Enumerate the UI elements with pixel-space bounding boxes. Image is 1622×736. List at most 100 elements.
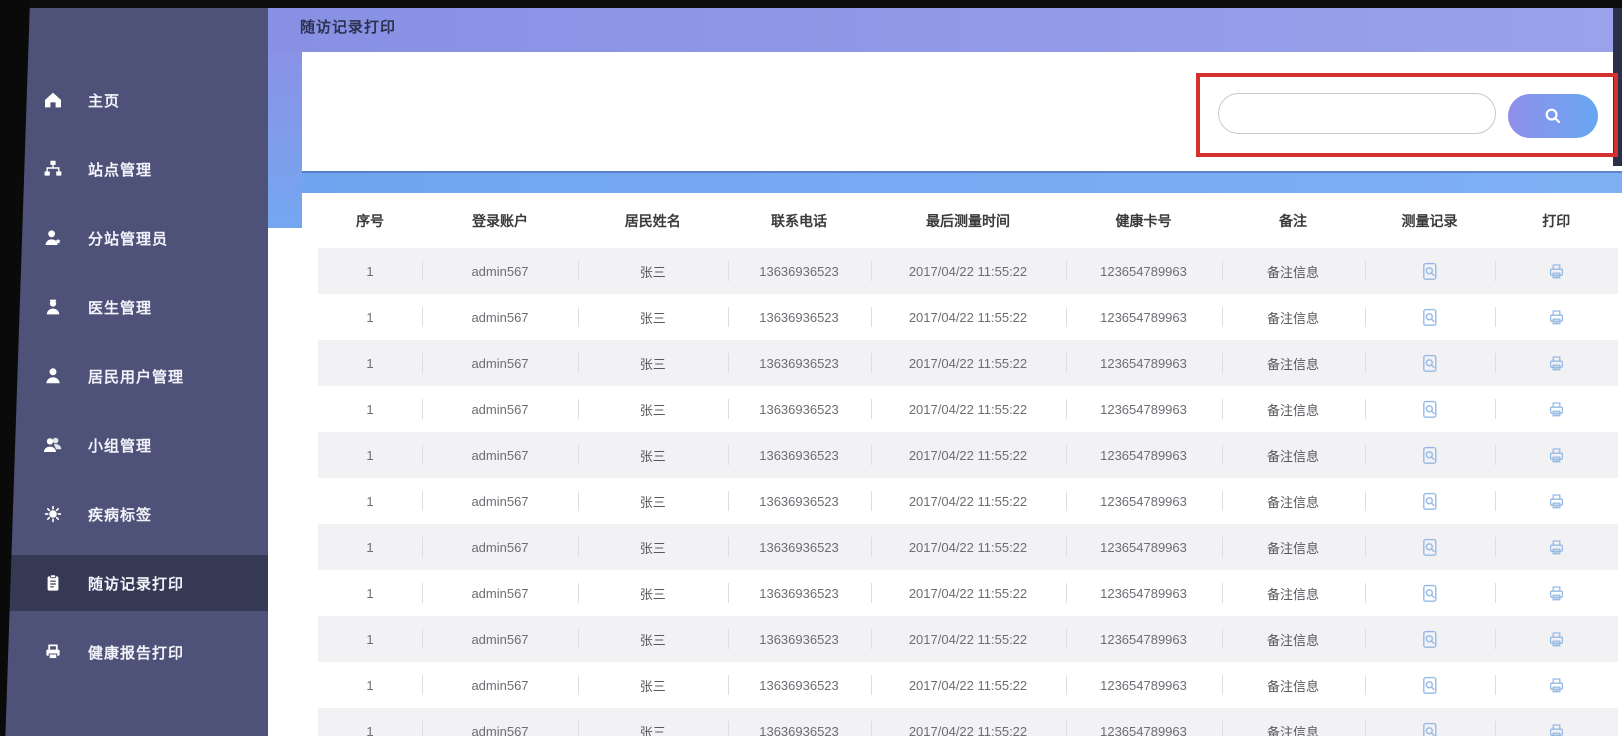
cell-remark: 备注信息 xyxy=(1222,478,1365,524)
cell-seq: 1 xyxy=(318,386,422,432)
search-input[interactable] xyxy=(1218,93,1496,134)
cell-phone: 13636936523 xyxy=(728,340,871,386)
cell-phone: 13636936523 xyxy=(728,248,871,294)
cell-remark: 备注信息 xyxy=(1222,662,1365,708)
cell-health-card: 123654789963 xyxy=(1066,340,1222,386)
cell-remark: 备注信息 xyxy=(1222,386,1365,432)
file-search-icon xyxy=(1419,629,1440,650)
print-row-button[interactable] xyxy=(1544,397,1568,421)
cell-seq: 1 xyxy=(318,708,422,736)
sidebar-item-followup-record-print[interactable]: 随访记录打印 xyxy=(0,555,268,611)
measure-record-view-button[interactable] xyxy=(1418,489,1442,513)
cell-last-measure-time: 2017/04/22 11:55:22 xyxy=(871,708,1066,736)
cell-resident-name: 张三 xyxy=(578,570,728,616)
app-window: 主页 站点管理 分站管理员 医生管理 居民用户管理 xyxy=(0,0,1622,736)
print-row-button[interactable] xyxy=(1544,673,1568,697)
cell-phone: 13636936523 xyxy=(728,524,871,570)
sidebar-item-group-management[interactable]: 小组管理 xyxy=(0,417,268,473)
cell-resident-name: 张三 xyxy=(578,248,728,294)
sidebar-item-health-report-print[interactable]: 健康报告打印 xyxy=(0,624,268,680)
file-search-icon xyxy=(1419,307,1440,328)
cell-resident-name: 张三 xyxy=(578,386,728,432)
measure-record-view-button[interactable] xyxy=(1418,673,1442,697)
user-star-icon xyxy=(40,227,66,249)
cell-remark: 备注信息 xyxy=(1222,340,1365,386)
cell-health-card: 123654789963 xyxy=(1066,708,1222,736)
print-row-button[interactable] xyxy=(1544,305,1568,329)
print-row-button[interactable] xyxy=(1544,719,1568,736)
cell-remark: 备注信息 xyxy=(1222,570,1365,616)
cell-last-measure-time: 2017/04/22 11:55:22 xyxy=(871,616,1066,662)
cell-phone: 13636936523 xyxy=(728,432,871,478)
print-row-button[interactable] xyxy=(1544,259,1568,283)
cell-seq: 1 xyxy=(318,478,422,524)
printer-icon xyxy=(1546,537,1567,558)
sidebar-item-doctor-management[interactable]: 医生管理 xyxy=(0,279,268,335)
measure-record-view-button[interactable] xyxy=(1418,581,1442,605)
print-row-button[interactable] xyxy=(1544,581,1568,605)
printer-icon xyxy=(1546,491,1567,512)
printer-icon xyxy=(1546,307,1567,328)
cell-last-measure-time: 2017/04/22 11:55:22 xyxy=(871,524,1066,570)
cell-account: admin567 xyxy=(422,662,578,708)
measure-record-view-button[interactable] xyxy=(1418,719,1442,736)
table-header-row: 序号 登录账户 居民姓名 联系电话 最后测量时间 健康卡号 备注 测量记录 打印 xyxy=(318,193,1618,248)
printer-icon xyxy=(1546,353,1567,374)
cell-seq: 1 xyxy=(318,662,422,708)
cell-account: admin567 xyxy=(422,524,578,570)
sidebar-item-disease-tag[interactable]: 疾病标签 xyxy=(0,486,268,542)
cell-seq: 1 xyxy=(318,524,422,570)
print-row-button[interactable] xyxy=(1544,489,1568,513)
cell-remark: 备注信息 xyxy=(1222,248,1365,294)
measure-record-view-button[interactable] xyxy=(1418,305,1442,329)
table-row: 1 admin567 张三 13636936523 2017/04/22 11:… xyxy=(318,524,1618,570)
cell-last-measure-time: 2017/04/22 11:55:22 xyxy=(871,386,1066,432)
cell-seq: 1 xyxy=(318,340,422,386)
cell-last-measure-time: 2017/04/22 11:55:22 xyxy=(871,340,1066,386)
printer-icon xyxy=(40,641,66,663)
table-row: 1 admin567 张三 13636936523 2017/04/22 11:… xyxy=(318,478,1618,524)
print-row-button[interactable] xyxy=(1544,627,1568,651)
cell-phone: 13636936523 xyxy=(728,294,871,340)
sidebar-item-label: 分站管理员 xyxy=(88,228,168,249)
cell-seq: 1 xyxy=(318,570,422,616)
table-row: 1 admin567 张三 13636936523 2017/04/22 11:… xyxy=(318,248,1618,294)
sidebar-item-site-management[interactable]: 站点管理 xyxy=(0,141,268,197)
column-header-account: 登录账户 xyxy=(422,193,578,248)
sidebar-item-resident-user-management[interactable]: 居民用户管理 xyxy=(0,348,268,404)
cell-last-measure-time: 2017/04/22 11:55:22 xyxy=(871,248,1066,294)
cell-account: admin567 xyxy=(422,432,578,478)
sidebar-item-label: 健康报告打印 xyxy=(88,642,184,663)
file-search-icon xyxy=(1419,491,1440,512)
search-button[interactable] xyxy=(1508,94,1598,138)
printer-icon xyxy=(1546,721,1567,736)
sidebar-item-substation-admin[interactable]: 分站管理员 xyxy=(0,210,268,266)
followup-records-table: 序号 登录账户 居民姓名 联系电话 最后测量时间 健康卡号 备注 测量记录 打印… xyxy=(318,193,1618,736)
table-body: 1 admin567 张三 13636936523 2017/04/22 11:… xyxy=(318,248,1618,736)
table-row: 1 admin567 张三 13636936523 2017/04/22 11:… xyxy=(318,294,1618,340)
left-accent-strip xyxy=(268,52,302,228)
measure-record-view-button[interactable] xyxy=(1418,535,1442,559)
cell-health-card: 123654789963 xyxy=(1066,662,1222,708)
cell-resident-name: 张三 xyxy=(578,524,728,570)
cell-account: admin567 xyxy=(422,570,578,616)
file-search-icon xyxy=(1419,445,1440,466)
sidebar-item-home[interactable]: 主页 xyxy=(0,72,268,128)
measure-record-view-button[interactable] xyxy=(1418,259,1442,283)
measure-record-view-button[interactable] xyxy=(1418,443,1442,467)
cell-resident-name: 张三 xyxy=(578,616,728,662)
measure-record-view-button[interactable] xyxy=(1418,397,1442,421)
cell-health-card: 123654789963 xyxy=(1066,294,1222,340)
cell-account: admin567 xyxy=(422,616,578,662)
screen-edge-top xyxy=(0,0,1622,8)
print-row-button[interactable] xyxy=(1544,351,1568,375)
cell-seq: 1 xyxy=(318,248,422,294)
measure-record-view-button[interactable] xyxy=(1418,627,1442,651)
measure-record-view-button[interactable] xyxy=(1418,351,1442,375)
cell-account: admin567 xyxy=(422,248,578,294)
home-icon xyxy=(40,89,66,111)
print-row-button[interactable] xyxy=(1544,535,1568,559)
print-row-button[interactable] xyxy=(1544,443,1568,467)
disease-tag-icon xyxy=(40,503,66,525)
table-row: 1 admin567 张三 13636936523 2017/04/22 11:… xyxy=(318,570,1618,616)
